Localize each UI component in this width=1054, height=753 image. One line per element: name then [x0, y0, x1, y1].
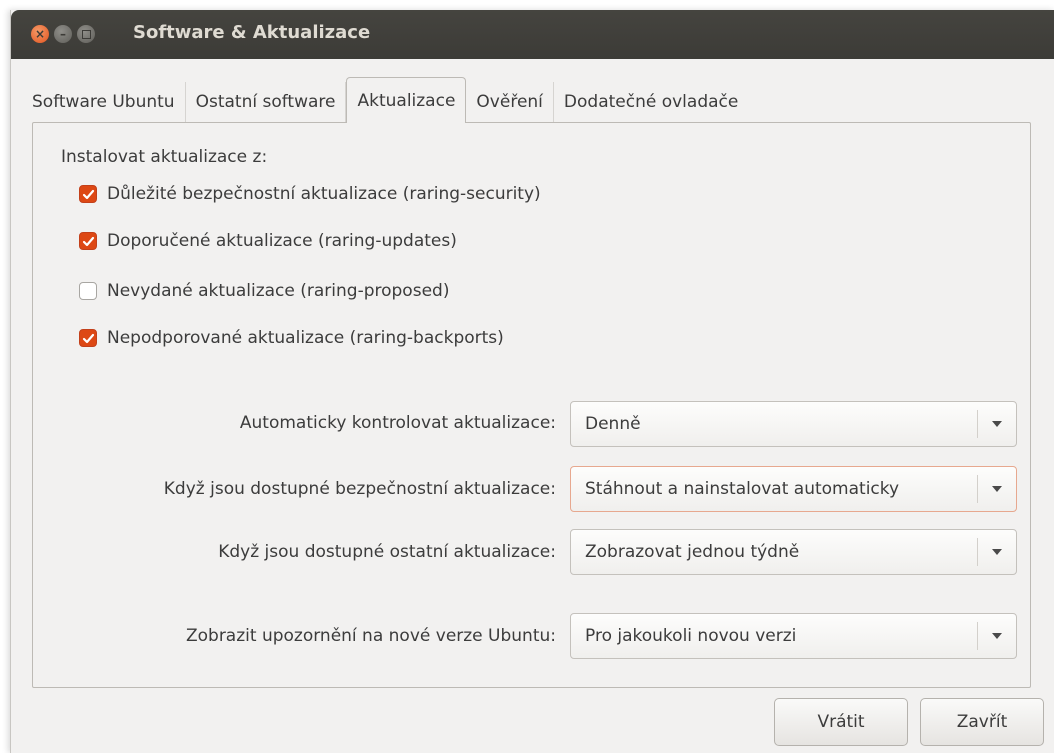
backports-updates-label: Nepodporované aktualizace (raring-backpo…: [107, 328, 504, 348]
checkmark-icon: [82, 333, 94, 343]
release-notify-dropdown[interactable]: Pro jakoukoli novou verzi: [570, 613, 1017, 659]
security-updates-label: Důležité bezpečnostní aktualizace (rarin…: [107, 184, 541, 204]
recommended-updates-option[interactable]: Doporučené aktualizace (raring-updates): [79, 231, 457, 251]
security-updates-action-dropdown[interactable]: Stáhnout a nainstalovat automaticky: [570, 466, 1017, 512]
minimize-window-icon[interactable]: –: [54, 25, 72, 43]
release-notify-label: Zobrazit upozornění na nové verze Ubuntu…: [185, 626, 556, 646]
other-updates-action-dropdown[interactable]: Zobrazovat jednou týdně: [570, 529, 1017, 575]
tab-authentication[interactable]: Ověření: [466, 82, 554, 122]
install-updates-from-label: Instalovat aktualizace z:: [61, 147, 268, 167]
chevron-down-icon: [978, 549, 1016, 555]
chevron-down-icon: [978, 421, 1016, 427]
other-updates-action-label: Když jsou dostupné ostatní aktualizace:: [218, 542, 556, 562]
auto-check-label: Automaticky kontrolovat aktualizace:: [239, 413, 556, 433]
security-updates-action-label: Když jsou dostupné bezpečnostní aktualiz…: [163, 479, 556, 499]
proposed-updates-option[interactable]: Nevydané aktualizace (raring-proposed): [79, 281, 449, 301]
revert-button[interactable]: Vrátit: [774, 698, 908, 746]
recommended-updates-label: Doporučené aktualizace (raring-updates): [107, 231, 457, 251]
proposed-updates-label: Nevydané aktualizace (raring-proposed): [107, 281, 450, 301]
tab-updates[interactable]: Aktualizace: [346, 77, 467, 123]
security-updates-checkbox[interactable]: [79, 185, 97, 203]
backports-updates-checkbox[interactable]: [79, 329, 97, 347]
maximize-window-icon[interactable]: [77, 25, 95, 43]
chevron-down-icon: [978, 486, 1016, 492]
checkmark-icon: [82, 189, 94, 199]
backports-updates-option[interactable]: Nepodporované aktualizace (raring-backpo…: [79, 328, 504, 348]
other-updates-action-value: Zobrazovat jednou týdně: [585, 542, 800, 562]
tab-software-ubuntu[interactable]: Software Ubuntu: [22, 82, 186, 122]
release-notify-value: Pro jakoukoli novou verzi: [585, 626, 797, 646]
auto-check-dropdown[interactable]: Denně: [570, 401, 1017, 447]
security-updates-action-value: Stáhnout a nainstalovat automaticky: [585, 479, 900, 499]
tab-bar: Software Ubuntu Ostatní software Aktuali…: [22, 77, 748, 123]
chevron-down-icon: [978, 633, 1016, 639]
tab-additional-drivers[interactable]: Dodatečné ovladače: [554, 82, 748, 122]
auto-check-value: Denně: [585, 414, 641, 434]
updates-panel: Instalovat aktualizace z: Důležité bezpe…: [32, 122, 1031, 688]
title-bar: × – Software & Aktualizace: [11, 10, 1054, 59]
recommended-updates-checkbox[interactable]: [79, 232, 97, 250]
window-title: Software & Aktualizace: [133, 22, 371, 43]
proposed-updates-checkbox[interactable]: [79, 282, 97, 300]
security-updates-option[interactable]: Důležité bezpečnostní aktualizace (rarin…: [79, 184, 541, 204]
tab-other-software[interactable]: Ostatní software: [186, 82, 347, 122]
close-window-icon[interactable]: ×: [31, 25, 49, 43]
checkmark-icon: [82, 236, 94, 246]
close-button[interactable]: Zavřít: [920, 698, 1044, 746]
